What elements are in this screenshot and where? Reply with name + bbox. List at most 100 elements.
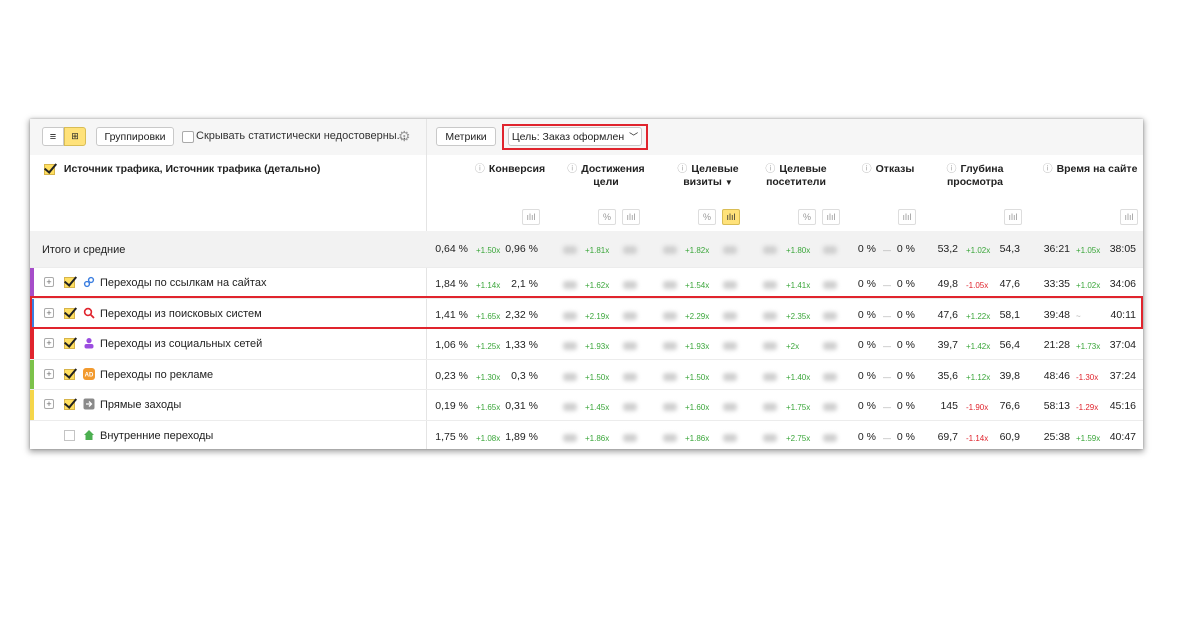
conversion-delta: +1.65x — [476, 403, 501, 412]
time-delta: ~ — [1076, 311, 1081, 321]
info-icon[interactable]: ⓘ — [765, 164, 775, 175]
gear-icon[interactable]: ⚙ — [398, 128, 411, 145]
percent-toggle[interactable]: % — [798, 209, 816, 225]
chart-toggle-icon[interactable]: ılıl — [1120, 209, 1138, 225]
obscured-value — [763, 281, 777, 289]
obscured-value — [723, 281, 737, 289]
expand-plus-icon[interactable]: + — [44, 399, 54, 409]
bounce-delta: — — [883, 342, 891, 351]
obscured-value — [663, 311, 677, 320]
column-header-1[interactable]: ⓘ Достижения цели — [566, 163, 646, 189]
home-icon — [83, 429, 95, 441]
metrics-button[interactable]: Метрики — [436, 127, 496, 146]
obscured-value — [563, 281, 577, 289]
conversion-delta: +1.30x — [476, 372, 501, 382]
view-list-button[interactable]: ≡ — [42, 127, 64, 146]
percent-toggle[interactable]: % — [698, 209, 716, 225]
obscured-value — [623, 281, 637, 289]
conversion-value: 0,64 % — [435, 243, 468, 255]
row-color-stripe — [30, 359, 34, 390]
chart-toggle-icon[interactable]: ılıl — [522, 209, 540, 225]
depth-value: 35,6 — [937, 369, 958, 382]
visits-delta: +1.86x — [685, 433, 710, 443]
dimension-header[interactable]: Источник трафика, Источник трафика (дета… — [44, 163, 320, 175]
hide-unreliable-checkbox[interactable] — [182, 131, 194, 143]
table-row[interactable]: + Переходы по ссылкам на сайтах 1,84 % +1.1… — [30, 267, 1143, 298]
time-compare: 40:47 — [1109, 430, 1136, 443]
groupings-button[interactable]: Группировки — [96, 127, 174, 146]
expand-plus-icon[interactable]: + — [44, 338, 54, 348]
chart-toggle-icon[interactable]: ılıl — [822, 209, 840, 225]
row-checkbox[interactable] — [64, 429, 75, 441]
conversion-compare: 0,31 % — [505, 400, 538, 412]
time-delta: +1.05x — [1076, 246, 1101, 255]
chart-toggle-icon[interactable]: ılıl — [898, 209, 916, 225]
column-header-6[interactable]: ⓘ Время на сайте — [1040, 163, 1140, 176]
sort-desc-icon[interactable]: ▼ — [725, 178, 733, 187]
visitors-delta: +1.80x — [786, 246, 811, 255]
bounce-value: 0 % — [857, 278, 876, 290]
percent-toggle[interactable]: % — [598, 209, 616, 225]
totals-row: Итого и средние 0,64 % +1.50x 0,96 % +1.81x… — [30, 231, 1143, 267]
chevron-down-icon: ﹀ — [629, 132, 639, 142]
depth-delta: -1.05x — [966, 281, 989, 290]
obscured-value — [763, 403, 777, 411]
select-all-checkbox[interactable] — [44, 163, 55, 175]
info-icon[interactable]: ⓘ — [567, 164, 577, 175]
row-label[interactable]: Переходы из поисковых систем — [100, 308, 262, 320]
row-label[interactable]: Переходы из социальных сетей — [100, 338, 262, 350]
direct-icon — [83, 398, 95, 410]
column-header-5[interactable]: ⓘ Глубина просмотра — [930, 163, 1020, 189]
info-icon[interactable]: ⓘ — [862, 164, 872, 175]
conversion-delta: +1.08x — [476, 433, 501, 443]
column-header-4[interactable]: ⓘ Отказы — [850, 163, 926, 176]
time-delta: -1.29x — [1076, 403, 1099, 412]
row-checkbox[interactable] — [64, 277, 75, 288]
column-header-0[interactable]: ⓘ Конверсия — [460, 163, 560, 176]
obscured-value — [563, 403, 577, 411]
obscured-value — [763, 342, 777, 350]
conversion-compare: 2,1 % — [511, 278, 538, 290]
conversion-compare: 2,32 % — [505, 308, 538, 321]
row-label[interactable]: Переходы по ссылкам на сайтах — [100, 277, 266, 289]
goal-select[interactable]: Цель: Заказ оформлен ﹀ — [508, 127, 642, 146]
table-row[interactable]: Внутренние переходы 1,75 % +1.08x 1,89 % +1.… — [30, 419, 1143, 449]
obscured-value — [763, 311, 777, 320]
chart-toggle-icon[interactable]: ılıl — [1004, 209, 1022, 225]
table-row[interactable]: + Переходы из поисковых систем 1,41 % +1.65… — [30, 297, 1143, 329]
row-checkbox[interactable] — [64, 307, 75, 319]
row-label[interactable]: Переходы по рекламе — [100, 369, 213, 381]
depth-compare: 54,3 — [999, 243, 1020, 255]
time-compare: 38:05 — [1109, 243, 1136, 255]
info-icon[interactable]: ⓘ — [1043, 164, 1053, 175]
obscured-value — [623, 372, 637, 381]
expand-plus-icon[interactable]: + — [44, 277, 54, 287]
conversion-delta: +1.25x — [476, 342, 501, 351]
info-icon[interactable]: ⓘ — [475, 164, 485, 175]
table-row[interactable]: + AD Переходы по рекламе 0,23 % +1.30x 0,3 % +… — [30, 358, 1143, 390]
row-checkbox[interactable] — [64, 368, 75, 380]
expand-plus-icon[interactable]: + — [44, 368, 54, 379]
bounce-delta: — — [883, 246, 891, 255]
column-header-2[interactable]: ⓘ Целевые визиты ▼ — [664, 163, 752, 189]
goals-delta: +2.19x — [585, 311, 610, 321]
expand-plus-icon[interactable]: + — [44, 307, 54, 318]
chart-toggle-icon[interactable]: ılıl — [622, 209, 640, 225]
table-row[interactable]: + Прямые заходы 0,19 % +1.65x 0,31 % +1.45x +1… — [30, 389, 1143, 420]
row-color-stripe — [30, 329, 34, 359]
info-icon[interactable]: ⓘ — [677, 164, 687, 175]
chart-toggle-icon[interactable]: ılıl — [722, 209, 740, 225]
row-label[interactable]: Прямые заходы — [100, 399, 181, 411]
row-label[interactable]: Внутренние переходы — [100, 430, 213, 442]
view-tree-button[interactable]: ⊞ — [64, 127, 86, 146]
table-row[interactable]: + Переходы из социальных сетей 1,06 % +1.25… — [30, 328, 1143, 359]
column-header-3[interactable]: ⓘ Целевые посетители — [752, 163, 840, 189]
bounce-value: 0 % — [857, 339, 876, 351]
row-checkbox[interactable] — [64, 399, 75, 410]
info-icon[interactable]: ⓘ — [947, 164, 957, 175]
bounce-value: 0 % — [857, 243, 876, 255]
row-checkbox[interactable] — [64, 338, 75, 349]
depth-compare: 47,6 — [999, 278, 1020, 290]
row-color-stripe — [30, 420, 34, 449]
goals-delta: +1.86x — [585, 433, 610, 443]
